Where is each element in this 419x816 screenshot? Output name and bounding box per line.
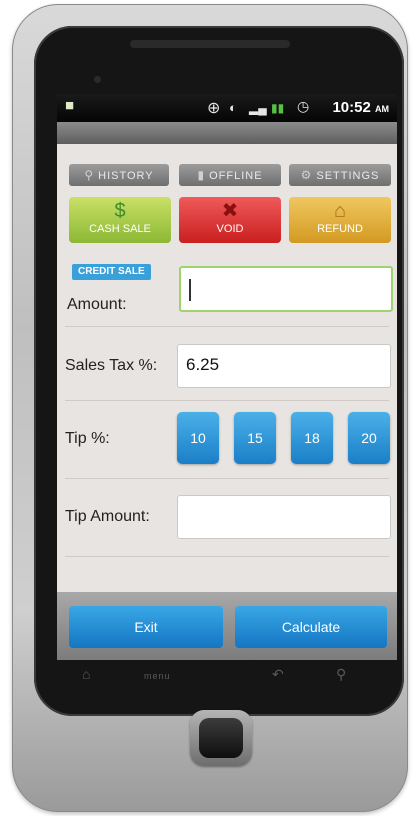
- offline-button[interactable]: ▮ OFFLINE: [179, 164, 281, 186]
- trackball-button[interactable]: [190, 710, 252, 766]
- cash-sale-button[interactable]: $ CASH SALE: [69, 197, 171, 243]
- front-camera: [94, 76, 101, 83]
- x-icon: ✖: [221, 200, 239, 222]
- menu-softkey[interactable]: menu: [144, 671, 171, 681]
- sales-tax-label: Sales Tax %:: [65, 357, 158, 374]
- amount-label: Amount:: [67, 296, 127, 313]
- offline-label: OFFLINE: [209, 170, 263, 182]
- history-label: HISTORY: [98, 170, 154, 182]
- back-softkey-icon[interactable]: ↶: [272, 666, 284, 683]
- text-cursor: [189, 278, 191, 301]
- history-button[interactable]: ⚲ HISTORY: [69, 164, 169, 186]
- divider: [65, 556, 389, 557]
- wifi-icon: ◐: [229, 100, 237, 115]
- earpiece: [130, 40, 290, 48]
- search-icon: ⚲: [84, 168, 95, 182]
- bars-icon: ▮: [197, 168, 206, 182]
- calculate-button[interactable]: Calculate: [235, 606, 387, 648]
- battery-icon: ▮▮: [271, 101, 285, 115]
- void-button[interactable]: ✖ VOID: [179, 197, 281, 243]
- cash-sale-label: CASH SALE: [89, 223, 151, 235]
- clock-time: 10:52: [332, 99, 371, 116]
- tip-10-button[interactable]: 10: [177, 412, 219, 464]
- tip-amount-label: Tip Amount:: [65, 508, 150, 525]
- screen: ■ ⊕ ◐ ▂▄ ▮▮ ◷ 10:52 AM ⚲ HISTORY ▮ OFFLINE…: [57, 94, 397, 660]
- refund-label: REFUND: [317, 223, 363, 235]
- amount-input[interactable]: [179, 266, 393, 312]
- divider: [65, 478, 389, 479]
- status-bar: ■ ⊕ ◐ ▂▄ ▮▮ ◷ 10:52 AM: [57, 94, 397, 122]
- gps-icon: ⊕: [207, 100, 221, 117]
- credit-sale-badge[interactable]: CREDIT SALE: [72, 264, 151, 280]
- dollar-icon: $: [114, 200, 126, 222]
- home-icon: ⌂: [333, 200, 347, 222]
- hardware-softkeys: ⌂ menu ↶ ⚲: [34, 660, 404, 700]
- gear-icon: ⚙: [300, 168, 313, 182]
- settings-label: SETTINGS: [316, 170, 380, 182]
- trackball: [199, 718, 243, 758]
- clock: 10:52 AM: [332, 99, 389, 116]
- clock-ampm: AM: [375, 104, 389, 114]
- signal-icon: ▂▄: [249, 101, 267, 115]
- tip-15-button[interactable]: 15: [234, 412, 276, 464]
- void-label: VOID: [216, 223, 244, 235]
- search-softkey-icon[interactable]: ⚲: [336, 666, 346, 683]
- tip-amount-input[interactable]: [177, 495, 391, 539]
- tip-20-button[interactable]: 20: [348, 412, 390, 464]
- phone-frame: ■ ⊕ ◐ ▂▄ ▮▮ ◷ 10:52 AM ⚲ HISTORY ▮ OFFLINE…: [12, 4, 408, 812]
- divider: [65, 326, 389, 327]
- message-icon: ■: [65, 97, 75, 114]
- title-bar: [57, 122, 397, 144]
- tip-percent-label: Tip %:: [65, 430, 110, 447]
- alarm-icon: ◷: [297, 98, 310, 114]
- tip-18-button[interactable]: 18: [291, 412, 333, 464]
- divider: [65, 400, 389, 401]
- home-softkey-icon[interactable]: ⌂: [82, 666, 90, 682]
- exit-button[interactable]: Exit: [69, 606, 223, 648]
- sales-tax-input[interactable]: 6.25: [177, 344, 391, 388]
- refund-button[interactable]: ⌂ REFUND: [289, 197, 391, 243]
- settings-button[interactable]: ⚙ SETTINGS: [289, 164, 391, 186]
